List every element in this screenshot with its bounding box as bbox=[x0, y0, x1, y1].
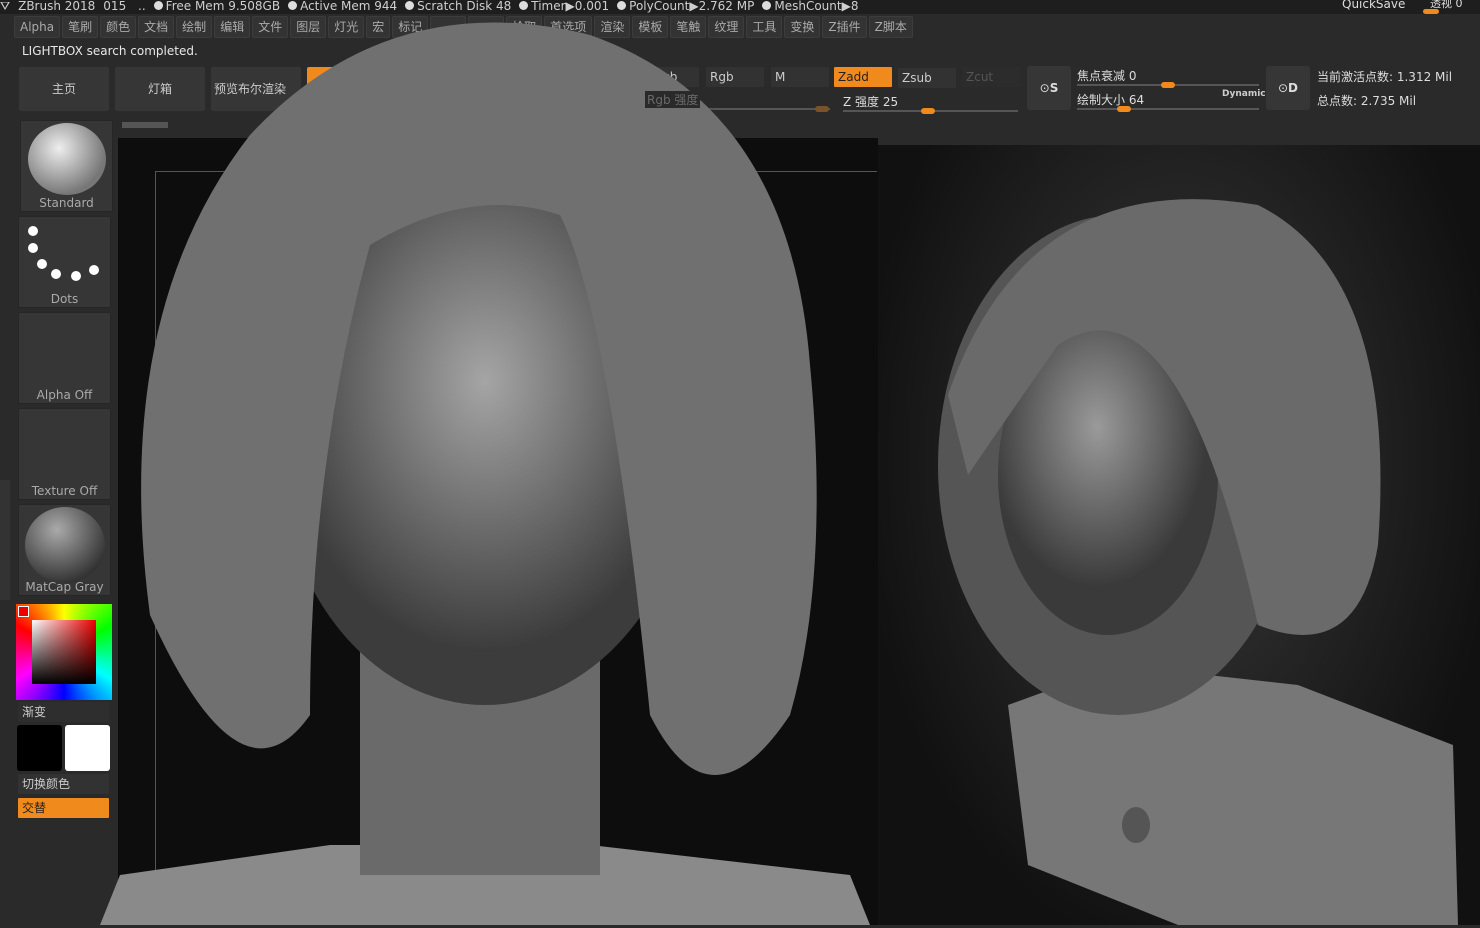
version: 015 bbox=[103, 0, 127, 13]
rgb-intensity-label: Rgb 强度 bbox=[645, 91, 701, 108]
timer: Timer▶0.001 bbox=[531, 0, 610, 13]
meshcount: MeshCount▶8 bbox=[774, 0, 859, 13]
quicksave-button[interactable]: QuickSave bbox=[1342, 0, 1405, 11]
title-bar: ⛛ ZBrush 2018 015 .. Free Mem 9.508GB Active… bbox=[0, 0, 1480, 14]
focal-shift-slider[interactable] bbox=[1077, 82, 1259, 88]
dynamic-toggle[interactable]: Dynamic bbox=[1222, 89, 1266, 99]
zsub-button[interactable]: Zsub bbox=[897, 67, 957, 89]
sculpt-head-image bbox=[100, 22, 870, 925]
left-tray-handle[interactable] bbox=[0, 480, 10, 600]
color-saturation-square[interactable] bbox=[32, 620, 96, 684]
draw-size-label: 绘制大小 64 bbox=[1077, 93, 1145, 107]
current-color-swatch bbox=[18, 606, 29, 617]
bust-render-image bbox=[938, 199, 1458, 925]
app-name: ZBrush 2018 bbox=[18, 0, 96, 13]
scratch-disk: Scratch Disk 48 bbox=[417, 0, 512, 13]
menu-item[interactable]: Alpha bbox=[14, 16, 61, 38]
zcut-button[interactable]: Zcut bbox=[961, 66, 1021, 88]
focal-shift-label: 焦点衰减 0 bbox=[1077, 69, 1137, 83]
lazy-mouse-s-button[interactable]: ⊙S bbox=[1027, 66, 1071, 110]
active-mem: Active Mem 944 bbox=[300, 0, 398, 13]
reference-image bbox=[878, 145, 1480, 925]
polycount: PolyCount▶2.762 MP bbox=[629, 0, 755, 13]
perspective-slider[interactable] bbox=[1423, 9, 1439, 14]
active-points: 当前激活点数: 1.312 Mil bbox=[1317, 70, 1453, 84]
dynamic-d-button[interactable]: ⊙D bbox=[1266, 66, 1310, 110]
free-mem: Free Mem 9.508GB bbox=[165, 0, 281, 13]
total-points: 总点数: 2.735 Mil bbox=[1317, 94, 1417, 108]
zbrush-logo-icon: ⛛ bbox=[0, 0, 11, 13]
draw-size-slider[interactable] bbox=[1077, 106, 1259, 112]
primary-color[interactable] bbox=[17, 725, 62, 771]
